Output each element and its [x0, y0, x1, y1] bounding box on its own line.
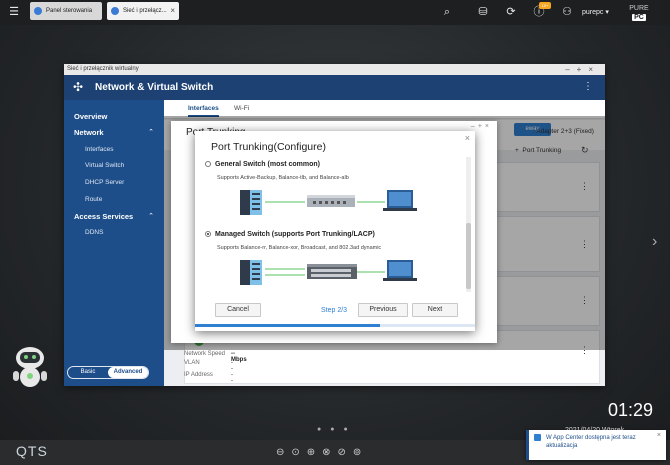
dialog-title: Port Trunking(Configure) — [211, 141, 326, 153]
port-trunking-configure-dialog: Port Trunking(Configure) × General Switc… — [195, 131, 475, 331]
app-center-icon — [534, 434, 541, 441]
dialog-scrollbar-thumb[interactable] — [466, 223, 471, 289]
brand-line2: PC — [632, 14, 646, 21]
next-button[interactable]: Next — [412, 303, 458, 317]
dialog-body: General Switch (most common) Supports Ac… — [195, 157, 475, 292]
cancel-button[interactable]: Cancel — [215, 303, 261, 317]
option-description: Supports Balance-rr, Balance-xor, Broadc… — [217, 245, 382, 251]
nas-icon — [240, 190, 262, 215]
window-titlebar: Sieć i przełącznik wirtualny –+× — [64, 64, 605, 75]
sidebar-item-overview[interactable]: Overview — [74, 112, 107, 121]
row-value: -- Mbps — [231, 351, 247, 363]
window-title: Network & Virtual Switch — [95, 82, 214, 93]
sidebar-item-virtual-switch[interactable]: Virtual Switch — [85, 162, 124, 169]
dialog-controls[interactable]: –+× — [471, 123, 492, 130]
mode-toggle[interactable]: Basic Advanced — [67, 366, 149, 379]
tab-network-switch[interactable]: Sieć i przełącz... × — [107, 2, 179, 20]
progress-fill — [195, 324, 380, 327]
row-label: VLAN — [184, 360, 200, 366]
switch-icon — [307, 195, 355, 207]
managed-switch-diagram — [240, 260, 417, 285]
sidebar-section-access-services[interactable]: Access Services — [74, 212, 133, 221]
qts-logo: QTS — [16, 443, 48, 459]
step-indicator: Step 2/3 — [321, 307, 348, 314]
mode-basic[interactable]: Basic — [68, 367, 108, 378]
previous-button[interactable]: Previous — [358, 303, 408, 317]
card-row-network-speed: Network Speed -- Mbps — [184, 351, 247, 363]
sidebar-section-network[interactable]: Network — [74, 128, 104, 137]
option-managed-switch[interactable]: Managed Switch (supports Port Trunking/L… — [205, 231, 375, 238]
brand-logo: PURE PC — [612, 4, 666, 22]
general-switch-diagram — [240, 190, 417, 215]
option-description: Supports Active-Backup, Balance-tlb, and… — [217, 175, 349, 181]
tab-label: Panel sterowania — [46, 8, 93, 14]
notification-badge: 10+ — [539, 2, 551, 9]
chevron-up-icon[interactable]: ⌃ — [148, 128, 154, 136]
page-dots[interactable]: ●●● — [317, 426, 357, 433]
radio-managed-switch[interactable] — [205, 231, 211, 237]
row-value: -- — [231, 372, 233, 384]
brand-line1: PURE — [629, 5, 649, 12]
sidebar-item-route[interactable]: Route — [85, 196, 102, 203]
user-menu[interactable]: purepc ▾ — [582, 8, 609, 16]
window-breadcrumb: Sieć i przełącznik wirtualny — [67, 66, 139, 72]
sidebar-item-dhcp-server[interactable]: DHCP Server — [85, 179, 124, 186]
card-row-ip: IP Address -- — [184, 372, 233, 384]
dock-icons[interactable]: ⊖⊙⊕⊗⊘⊚ — [276, 447, 368, 458]
sidebar-item-ddns[interactable]: DDNS — [85, 229, 103, 236]
managed-switch-icon — [307, 264, 357, 279]
tab-label: Sieć i przełącz... — [123, 8, 167, 14]
nas-icon — [240, 260, 262, 285]
option-general-switch[interactable]: General Switch (most common) — [205, 161, 320, 168]
card-row-vlan: VLAN -- — [184, 360, 233, 372]
laptop-icon — [383, 260, 417, 281]
laptop-icon — [383, 190, 417, 211]
notification-toast[interactable]: W App Center dostępna jest teraz aktuali… — [526, 430, 666, 460]
toast-accent — [526, 430, 529, 460]
sync-icon[interactable]: ⟳ — [504, 5, 518, 19]
chevron-right-icon[interactable]: › — [652, 233, 657, 251]
radio-general-switch[interactable] — [205, 161, 211, 167]
search-icon[interactable]: ⌕ — [440, 5, 454, 19]
row-value: -- — [231, 360, 233, 372]
top-bar: ☰ Panel sterowania Sieć i przełącz... × … — [0, 0, 670, 25]
row-label: IP Address — [184, 372, 213, 378]
window-controls[interactable]: –+× — [565, 64, 600, 75]
control-panel-icon — [34, 7, 42, 15]
tab-wifi[interactable]: Wi-Fi — [234, 105, 249, 112]
network-icon — [111, 7, 119, 15]
storage-icon[interactable]: ⛁ — [476, 5, 490, 19]
sidebar-item-interfaces[interactable]: Interfaces — [85, 146, 114, 153]
network-switch-icon: ✣ — [73, 80, 84, 94]
row-label: Network Speed — [184, 351, 226, 357]
window-header: ✣ Network & Virtual Switch ⋮ — [64, 75, 605, 100]
close-icon[interactable]: × — [170, 2, 175, 20]
user-icon[interactable]: ⚇ — [560, 5, 574, 19]
step-progress-bar — [195, 324, 475, 327]
desktop-clock: 01:29 — [608, 400, 654, 420]
qnap-assistant-icon[interactable] — [10, 344, 50, 390]
mode-advanced[interactable]: Advanced — [108, 367, 148, 378]
more-options-icon[interactable]: ⋮ — [583, 81, 593, 92]
option-label: General Switch (most common) — [215, 161, 321, 168]
close-icon[interactable]: × — [657, 432, 661, 439]
sidebar: Overview Network ⌃ Interfaces Virtual Sw… — [64, 100, 164, 386]
chevron-up-icon[interactable]: ⌃ — [148, 212, 154, 220]
tab-control-panel[interactable]: Panel sterowania — [30, 2, 102, 20]
menu-icon[interactable]: ☰ — [7, 5, 21, 19]
option-label: Managed Switch (supports Port Trunking/L… — [215, 231, 375, 238]
close-icon[interactable]: × — [465, 133, 470, 143]
notification-text[interactable]: W App Center dostępna jest teraz aktuali… — [546, 434, 646, 450]
